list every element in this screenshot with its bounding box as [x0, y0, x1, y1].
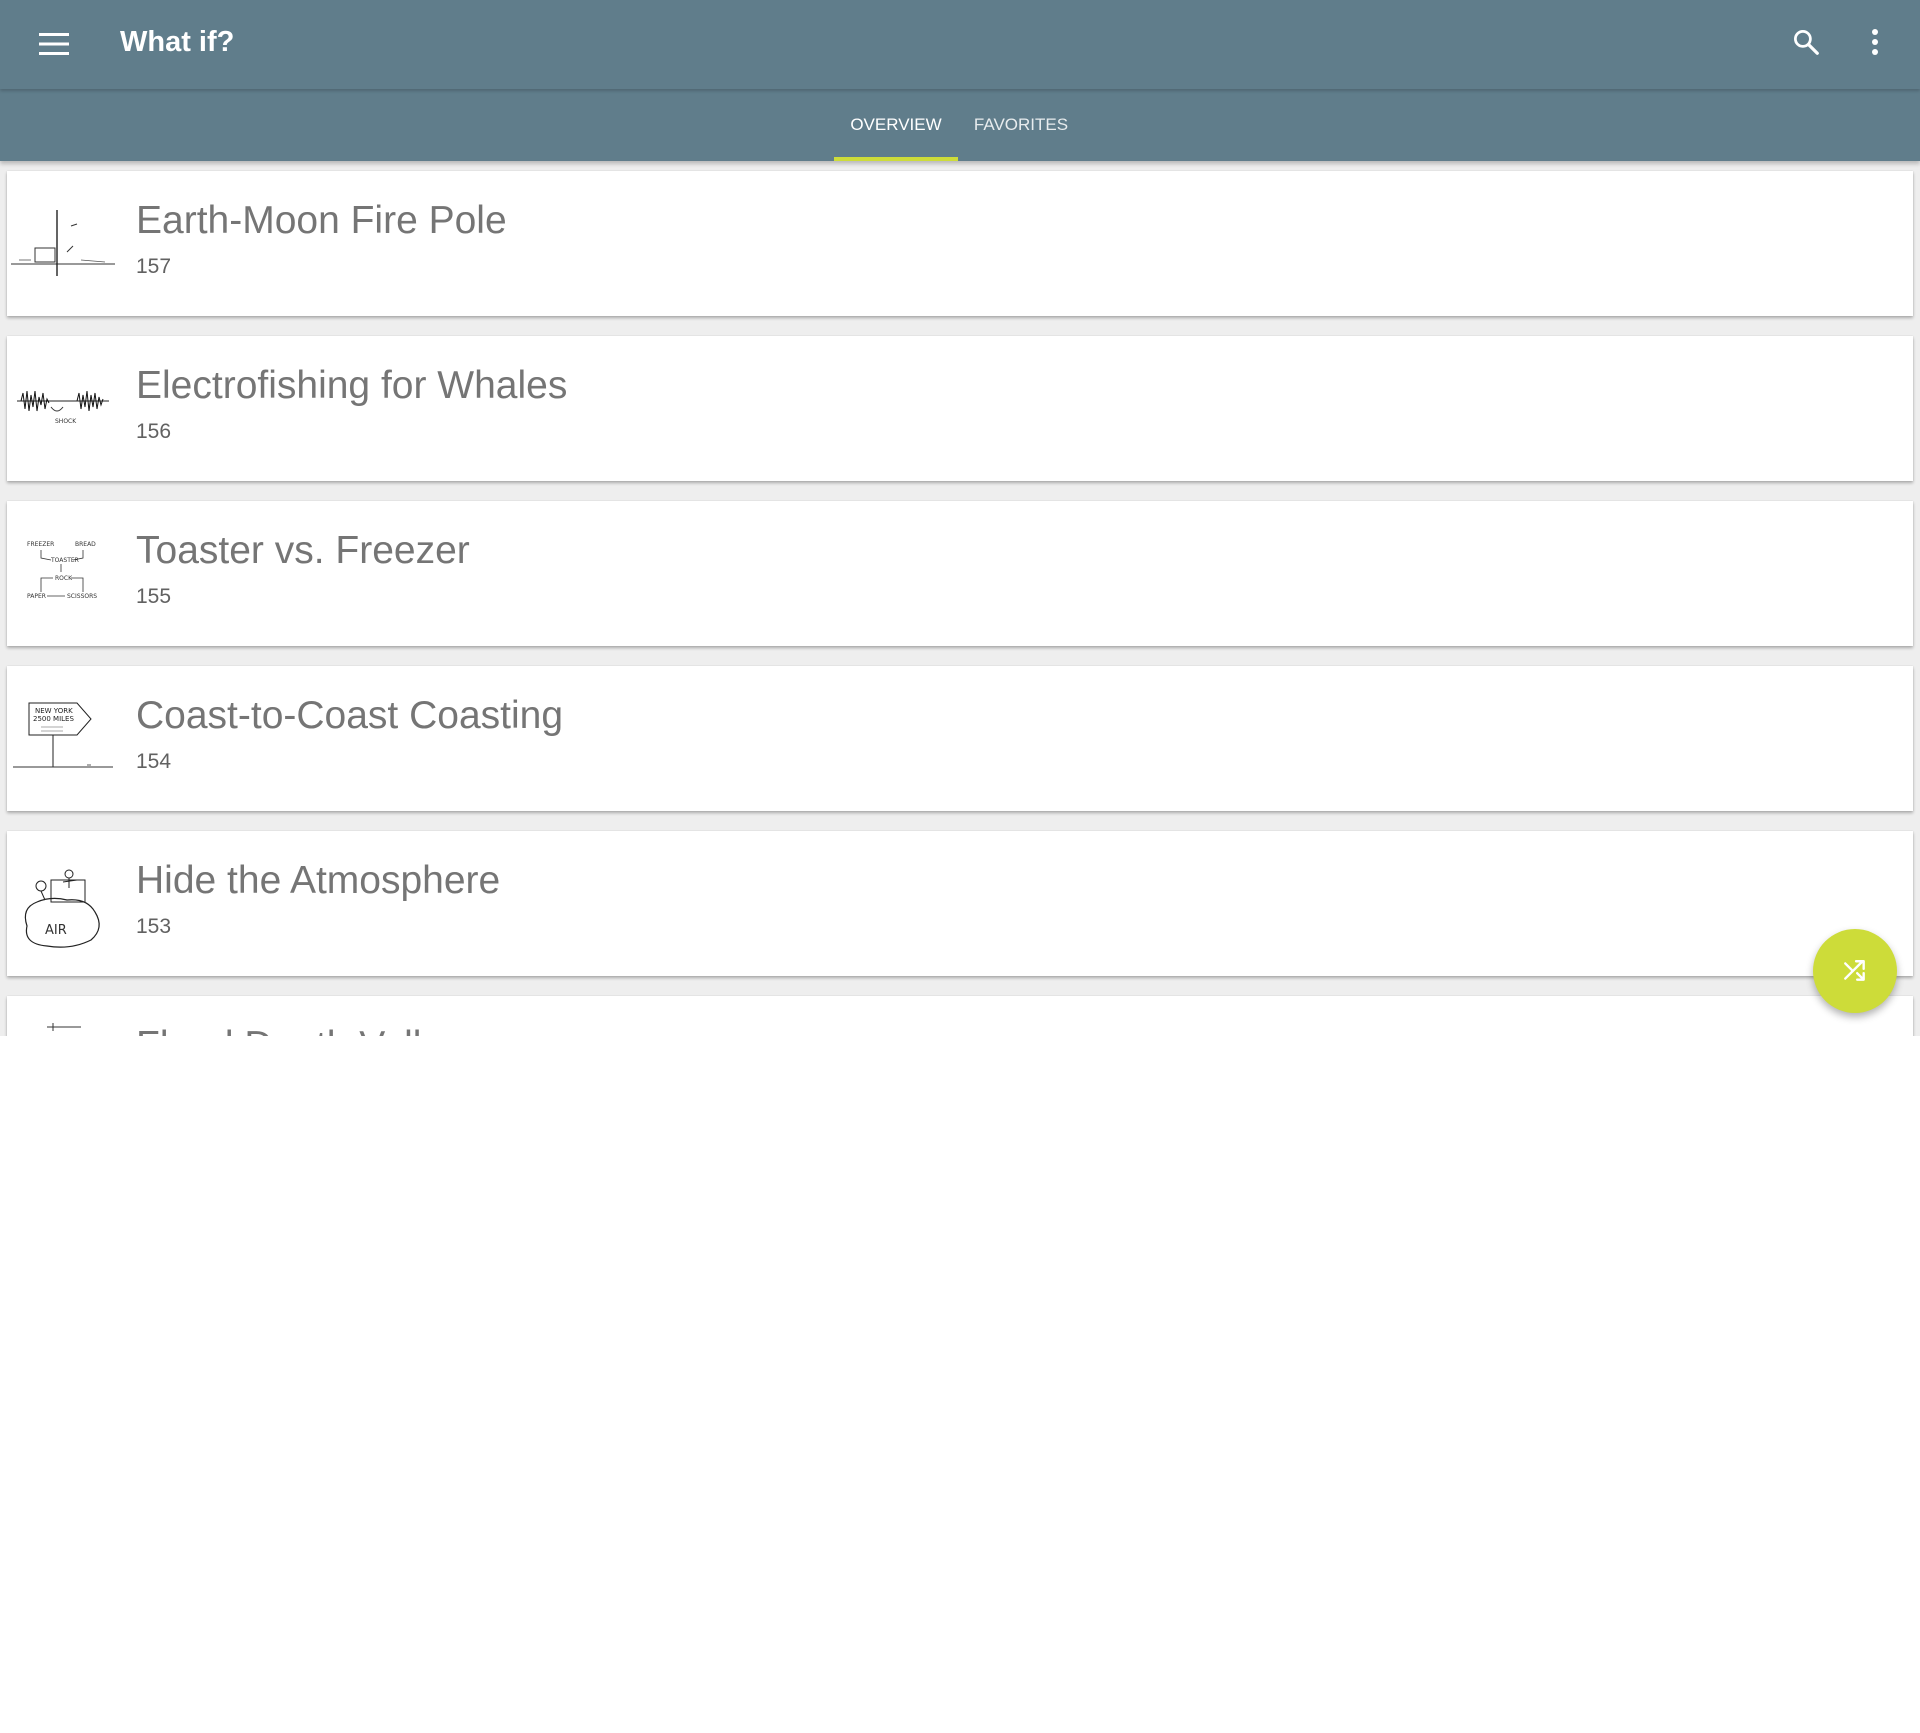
thumbnail-text: PAPER	[27, 593, 46, 600]
tab-favorites[interactable]: FAVORITES	[958, 89, 1084, 161]
thumbnail-text: TOASTER	[50, 557, 79, 564]
more-vert-icon	[1872, 29, 1878, 55]
tab-bar: OVERVIEW FAVORITES	[0, 89, 1920, 161]
article-number: 157	[136, 255, 172, 278]
hamburger-menu-icon	[39, 33, 69, 55]
tab-indicator	[834, 157, 958, 161]
list-item[interactable]: Earth-Moon Fire Pole 157	[7, 171, 1913, 316]
article-thumbnail: AIR	[24, 869, 100, 948]
article-number: 156	[136, 420, 172, 443]
article-title: Toaster vs. Freezer	[136, 529, 470, 572]
article-title: Flood Death Valley	[136, 1024, 463, 1036]
thumbnail-text: ROCK	[55, 575, 73, 582]
app-window: What if? OVERVIEW FAVORITES Earth-Moon F…	[0, 0, 1920, 1036]
list-item[interactable]: Flood Death Valley	[7, 996, 1913, 1036]
article-title: Coast-to-Coast Coasting	[136, 694, 564, 737]
app-title: What if?	[120, 26, 235, 58]
article-thumbnail: SHOCK	[17, 390, 109, 425]
list-item[interactable]: FREEZER BREAD TOASTER ROCK PAPER SCISSOR…	[7, 501, 1913, 646]
article-number: 154	[136, 750, 172, 773]
article-thumbnail: NEW YORK 2500 MILES	[13, 702, 113, 768]
thumbnail-text: 2500 MILES	[33, 715, 74, 723]
article-number: 155	[136, 585, 172, 608]
more-options-button[interactable]	[1845, 12, 1905, 72]
thumbnail-text: FREEZER	[27, 541, 54, 548]
thumbnail-text: AIR	[45, 923, 67, 938]
thumbnail-text: SCISSORS	[67, 593, 97, 600]
thumbnail-text: BREAD	[75, 541, 96, 548]
list-item[interactable]: SHOCK Electrofishing for Whales 156	[7, 336, 1913, 481]
article-title: Earth-Moon Fire Pole	[136, 199, 507, 242]
article-thumbnail: FREEZER BREAD TOASTER ROCK PAPER SCISSOR…	[27, 541, 97, 600]
tab-overview[interactable]: OVERVIEW	[834, 89, 958, 161]
search-icon	[1794, 30, 1819, 55]
list-item[interactable]: AIR Hide the Atmosphere 153	[7, 831, 1913, 976]
thumbnail-text: NEW YORK	[35, 707, 73, 715]
menu-button[interactable]	[24, 14, 84, 74]
article-thumbnail	[47, 1023, 81, 1031]
search-button[interactable]	[1776, 12, 1836, 72]
article-title: Electrofishing for Whales	[136, 364, 568, 407]
shuffle-icon	[1844, 960, 1865, 981]
article-number: 153	[136, 915, 172, 938]
thumbnail-text: SHOCK	[55, 418, 77, 425]
list-item[interactable]: NEW YORK 2500 MILES Coast-to-Coast Coast…	[7, 666, 1913, 811]
app-toolbar: What if?	[0, 0, 1920, 89]
shuffle-button[interactable]	[1813, 929, 1897, 1013]
article-title: Hide the Atmosphere	[136, 859, 501, 902]
article-thumbnail	[11, 210, 115, 276]
